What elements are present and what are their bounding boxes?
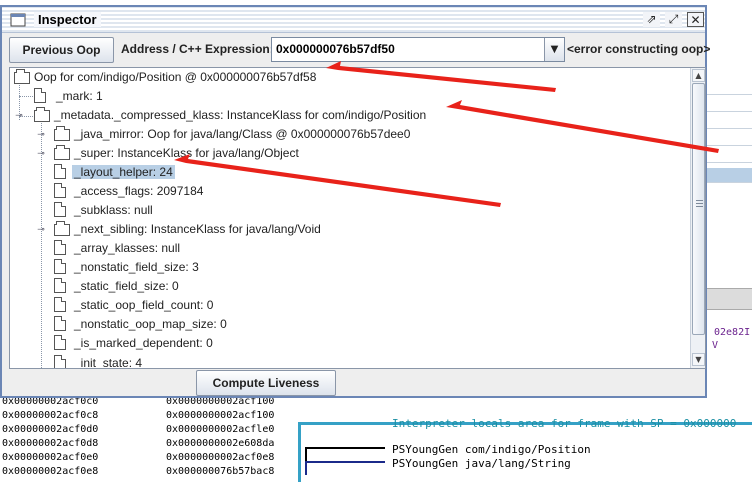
tree-node-layout-helper[interactable]: _layout_helper: 24 [54, 163, 175, 181]
oop-error-label: <error constructing oop> [567, 42, 711, 56]
scroll-down-icon[interactable]: ▼ [692, 353, 705, 366]
oop-tree[interactable]: Oop for com/indigo/Position @ 0x00000007… [9, 67, 706, 369]
bg-divider [706, 288, 752, 310]
file-icon [54, 297, 66, 312]
close-icon[interactable]: ✕ [687, 12, 704, 27]
bg-row [706, 80, 752, 95]
tree-line [19, 96, 33, 97]
tree-node-super[interactable]: ⊸ _super: InstanceKlass for java/lang/Ob… [36, 144, 299, 162]
bg-row [706, 148, 752, 163]
interpreter-locals-label: Interpreter locals area for frame with S… [392, 417, 737, 430]
tree-node-access-flags[interactable]: _access_flags: 2097184 [54, 182, 203, 200]
tree-node-static-oop-field-count[interactable]: _static_oop_field_count: 0 [54, 296, 213, 314]
chevron-down-icon[interactable]: ▼ [544, 38, 564, 61]
tree-node-nonstatic-field-size[interactable]: _nonstatic_field_size: 3 [54, 258, 199, 276]
maximize-icon[interactable]: ⤢ [665, 12, 682, 27]
background-panel-right: 02e82I [706, 80, 752, 338]
tree-node-next-sibling[interactable]: ⊸ _next_sibling: InstanceKlass for java/… [36, 220, 321, 238]
file-icon [54, 335, 66, 350]
tree-node-nonstatic-oop-map-size[interactable]: _nonstatic_oop_map_size: 0 [54, 315, 227, 333]
title-bar[interactable]: Inspector ⇗ ⤢ ✕ [2, 7, 705, 33]
tree-node-root[interactable]: Oop for com/indigo/Position @ 0x00000007… [12, 68, 316, 86]
previous-oop-button[interactable]: Previous Oop [9, 37, 114, 63]
folder-icon [54, 145, 70, 160]
tree-node-mark[interactable]: _mark: 1 [34, 87, 103, 105]
bg-row-selected [706, 168, 752, 183]
folder-icon [54, 126, 70, 141]
bg-row [706, 97, 752, 112]
young-gen-label: PSYoungGen com/indigo/Position [392, 443, 591, 456]
expression-label: Address / C++ Expression: [121, 42, 274, 56]
folder-icon [34, 107, 50, 122]
memory-row: 0x00000002acf0e0 0x0000000002acf0e8 [2, 452, 275, 463]
bg-row [706, 131, 752, 146]
window-icon [10, 13, 26, 27]
tree-node-java-mirror[interactable]: ⊸ _java_mirror: Oop for java/lang/Class … [36, 125, 410, 143]
file-icon [54, 164, 66, 179]
bg-purple-text: 02e82I [714, 327, 751, 338]
file-icon [54, 355, 66, 368]
scroll-up-icon[interactable]: ▲ [692, 69, 705, 82]
file-icon [54, 183, 66, 198]
expand-icon[interactable]: ⊸ [36, 148, 46, 158]
file-icon [54, 278, 66, 293]
file-icon [54, 316, 66, 331]
tree-scrollbar[interactable]: ▲ ▼ [690, 68, 705, 368]
tree-node-static-field-size[interactable]: _static_field_size: 0 [54, 277, 179, 295]
folder-icon [14, 69, 30, 84]
collapse-icon[interactable]: ⊸ [14, 110, 24, 120]
tree-node-array-klasses[interactable]: _array_klasses: null [54, 239, 180, 257]
memory-row: 0x00000002acf0d8 0x0000000002e608da [2, 438, 275, 449]
scroll-thumb[interactable] [692, 83, 705, 335]
file-icon [54, 202, 66, 217]
file-icon [34, 88, 46, 103]
expression-input[interactable]: 0x000000076b57df50 [276, 42, 395, 56]
tree-node-init-state[interactable]: _init_state: 4 [54, 354, 142, 368]
young-gen-label: PSYoungGen java/lang/String [392, 457, 571, 470]
bg-purple-text: V [712, 340, 719, 351]
memory-row: 0x00000002acf0e8 0x000000076b57bac8 [2, 466, 275, 477]
expression-combo[interactable]: 0x000000076b57df50 ▼ [271, 37, 565, 62]
toolbar: Previous Oop Address / C++ Expression: 0… [2, 34, 710, 66]
file-icon [54, 240, 66, 255]
tree-node-subklass[interactable]: _subklass: null [54, 201, 153, 219]
compute-liveness-button[interactable]: Compute Liveness [196, 370, 336, 396]
inspector-window: Inspector ⇗ ⤢ ✕ Previous Oop Address / C… [0, 5, 710, 398]
tree-node-metadata[interactable]: ⊸ _metadata._compressed_klass: InstanceK… [14, 106, 426, 124]
iconify-icon[interactable]: ⇗ [643, 12, 660, 27]
folder-icon [54, 221, 70, 236]
memory-row: 0x00000002acf0c8 0x0000000002acf100 [2, 410, 275, 421]
young-gen-bracket [305, 461, 385, 475]
file-icon [54, 259, 66, 274]
bg-row [706, 114, 752, 129]
tree-node-is-marked-dependent[interactable]: _is_marked_dependent: 0 [54, 334, 213, 352]
expand-icon[interactable]: ⊸ [36, 224, 46, 234]
window-title: Inspector [34, 12, 101, 27]
expand-icon[interactable]: ⊸ [36, 129, 46, 139]
young-gen-bracket [305, 447, 385, 461]
memory-row: 0x00000002acf0d0 0x0000000002acfle0 [2, 424, 275, 435]
